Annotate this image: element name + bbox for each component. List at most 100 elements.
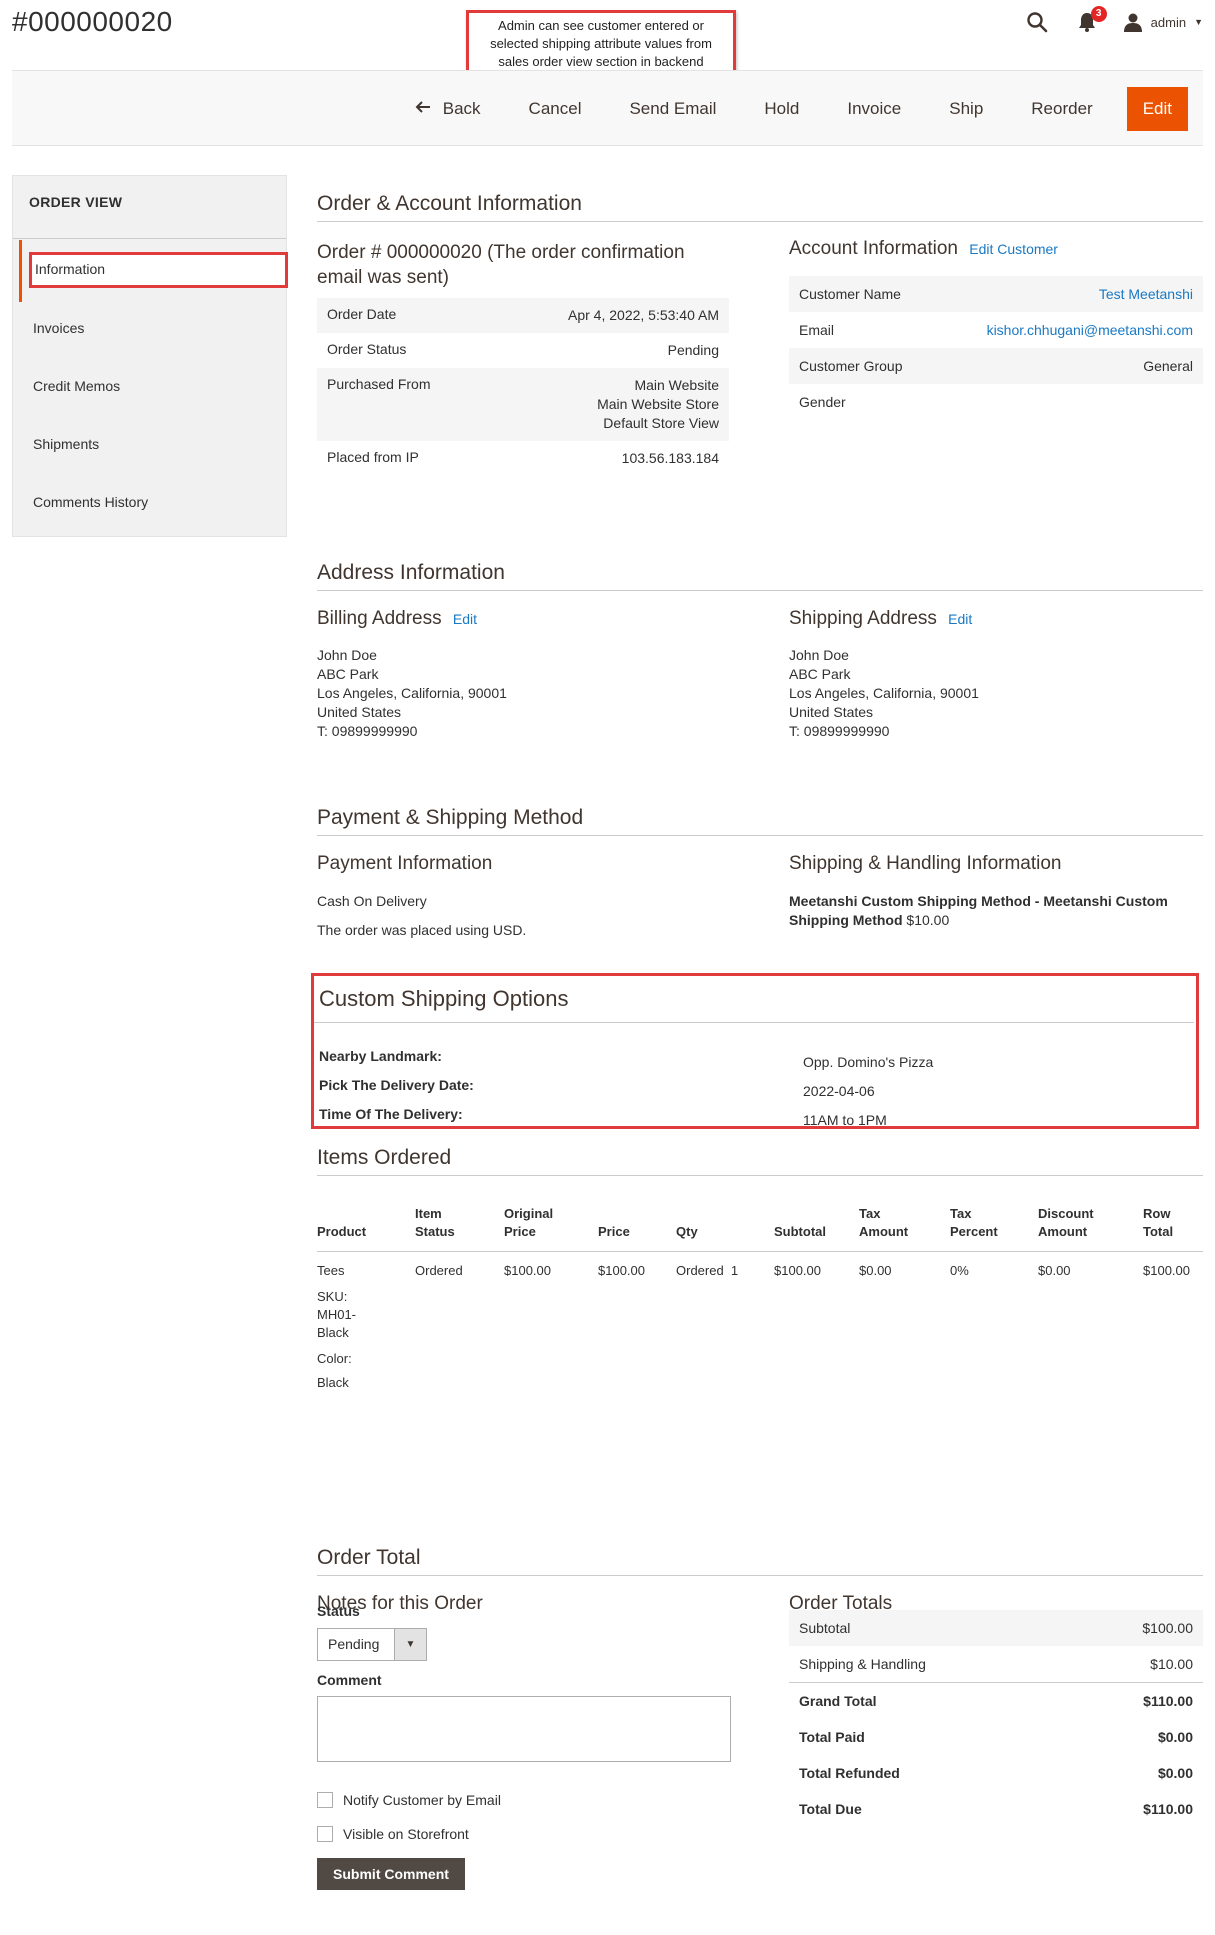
header-text: Discount [1038,1206,1094,1221]
header-text: Tax [859,1206,881,1221]
customer-email-link[interactable]: kishor.chhugani@meetanshi.com [935,312,1203,348]
visible-storefront-checkbox[interactable] [317,1826,333,1842]
sidebar-divider [13,238,286,239]
order-account-section-title: Order & Account Information [317,192,582,215]
status-field-label: Status [317,1603,360,1619]
shipping-price: $10.00 [906,912,950,928]
order-view-sidebar: ORDER VIEW Information Invoices Credit M… [12,175,288,537]
product-sku-label: SKU: [317,1289,348,1304]
back-button[interactable]: Back [391,87,505,131]
header-text: Amount [1038,1224,1088,1239]
order-status-label: Order Status [327,341,407,357]
billing-address-title: Billing Address [317,608,442,629]
subtotal-value: $100.00 [1068,1610,1203,1646]
table-row: Gender [789,384,1203,420]
payment-info-heading: Payment Information [317,853,493,874]
address-line: John Doe [789,647,849,663]
sidebar-item-invoices[interactable]: Invoices [33,320,84,336]
customer-group-value: General [935,348,1203,384]
col-header-row-total: Row Total [1143,1197,1203,1252]
payment-shipping-section-title: Payment & Shipping Method [317,806,584,829]
reorder-button[interactable]: Reorder [1007,87,1116,131]
submit-comment-button[interactable]: Submit Comment [317,1858,465,1890]
send-email-button[interactable]: Send Email [605,87,740,131]
visible-storefront-option[interactable]: Visible on Storefront [317,1826,469,1842]
address-line: ABC Park [317,666,379,682]
col-header-item-status: Item Status [415,1197,504,1252]
table-header-row: Product Item Status Original Price Price Q… [317,1197,1203,1252]
address-line: T: 09899999990 [317,723,418,739]
customer-name-link[interactable]: Test Meetanshi [935,276,1203,312]
total-paid-label: Total Paid [799,1729,865,1745]
sidebar-item-credit-memos[interactable]: Credit Memos [33,378,120,394]
item-discount-cell: $0.00 [1038,1263,1071,1278]
grand-total-value: $110.00 [1143,1693,1193,1709]
edit-button[interactable]: Edit [1126,87,1188,131]
table-row: Placed from IP 103.56.183.184 [317,441,729,476]
delivery-date-value: 2022-04-06 [803,1083,875,1099]
status-select[interactable]: Pending ▼ [317,1628,427,1661]
custom-shipping-title: Custom Shipping Options [319,986,569,1011]
address-line: Los Angeles, California, 90001 [317,685,507,701]
item-product-cell: Tees SKU: MH01- Black Color: Black [317,1252,415,1393]
product-sku-value: Black [317,1325,349,1340]
address-line: John Doe [317,647,377,663]
chevron-down-icon: ▼ [1194,17,1203,27]
item-tax-percent-cell: 0% [950,1263,969,1278]
placed-from-ip-label: Placed from IP [327,449,419,465]
billing-address-block: John Doe ABC Park Los Angeles, Californi… [317,646,507,741]
order-totals-table: Subtotal $100.00 Shipping & Handling $10… [789,1610,1203,1827]
total-paid-value: $0.00 [1157,1729,1193,1745]
customer-name-label: Customer Name [789,276,936,312]
customer-group-label: Customer Group [789,348,936,384]
header-text: Price [598,1224,630,1239]
shipping-method-line: Meetanshi Custom Shipping Method - Meeta… [789,893,1168,909]
order-info-table: Order Date Apr 4, 2022, 5:53:40 AM Order… [317,298,729,476]
sidebar-item-shipments[interactable]: Shipments [33,436,99,452]
table-row: Order Date Apr 4, 2022, 5:53:40 AM [317,298,729,333]
hold-button[interactable]: Hold [740,87,823,131]
shipping-address-title: Shipping Address [789,608,937,629]
order-date-label: Order Date [317,298,490,333]
notification-count-badge: 3 [1090,6,1107,22]
page-title: #000000020 [12,6,173,37]
notify-customer-checkbox[interactable] [317,1792,333,1808]
edit-shipping-address-link[interactable]: Edit [948,611,972,627]
sidebar-item-information[interactable]: Information [35,261,105,277]
comment-textarea[interactable] [317,1696,731,1762]
total-due-value: $110.00 [1143,1801,1193,1817]
col-header-discount-amount: Discount Amount [1038,1197,1143,1252]
search-icon[interactable] [1023,8,1051,36]
item-qty-cell: Ordered 1 [676,1263,739,1278]
arrow-left-icon [415,87,431,131]
account-info-table: Customer Name Test Meetanshi Email kisho… [789,276,1203,420]
item-tax-amount-cell: $0.00 [859,1263,892,1278]
purchased-from-line: Main Website Store [597,396,719,412]
item-subtotal-cell: $100.00 [774,1263,821,1278]
col-header-product: Product [317,1197,415,1252]
admin-user-menu[interactable]: admin ▼ [1123,12,1203,32]
order-heading: Order # 000000020 (The order confirmatio… [317,240,685,290]
edit-billing-address-link[interactable]: Edit [453,611,477,627]
header-text: Qty [676,1224,698,1239]
address-line: ABC Park [789,666,851,682]
notify-customer-option[interactable]: Notify Customer by Email [317,1792,501,1808]
edit-customer-link[interactable]: Edit Customer [969,241,1058,257]
ship-button[interactable]: Ship [925,87,1007,131]
notifications-bell-icon[interactable]: 3 [1073,6,1107,36]
order-date-value: Apr 4, 2022, 5:53:40 AM [489,298,729,333]
item-price-cell: $100.00 [598,1263,645,1278]
sidebar-item-comments-history[interactable]: Comments History [33,494,148,510]
purchased-from-label: Purchased From [317,368,490,441]
cancel-button[interactable]: Cancel [505,87,606,131]
product-color-label: Color: [317,1351,352,1366]
section-divider [317,835,1203,836]
section-divider [314,1022,1194,1023]
table-row: Tees SKU: MH01- Black Color: Black Order… [317,1252,1203,1393]
header-text: Tax [950,1206,972,1221]
product-sku-value: MH01- [317,1307,357,1322]
invoice-button[interactable]: Invoice [823,87,925,131]
header-text: Status [415,1224,455,1239]
sidebar-title: ORDER VIEW [29,194,123,210]
address-line: United States [789,704,874,720]
